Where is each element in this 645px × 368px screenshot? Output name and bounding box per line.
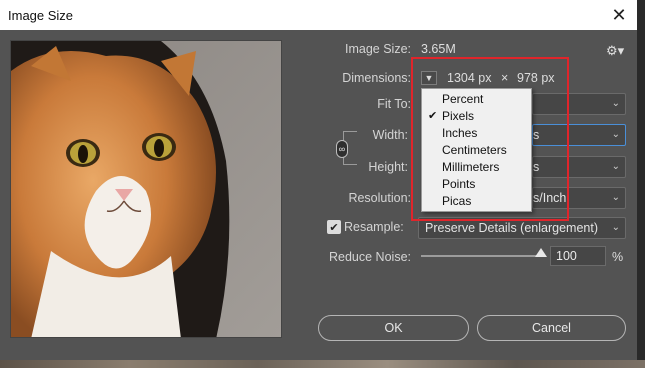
height-label: Height: (368, 160, 408, 174)
checkmark-icon: ✔ (329, 221, 339, 234)
resample-label: Resample: (344, 220, 404, 234)
reduce-noise-label: Reduce Noise: (329, 250, 411, 264)
title-bar: Image Size ✕ (0, 0, 637, 30)
window-title: Image Size (8, 7, 74, 23)
gear-icon: ⚙▾ (606, 43, 625, 58)
resolution-label: Resolution: (348, 191, 411, 205)
fit-to-label: Fit To: (377, 97, 411, 111)
chevron-down-icon: ⌄ (611, 192, 620, 203)
image-size-value: 3.65M (421, 42, 456, 56)
chevron-down-icon: ⌄ (611, 129, 620, 140)
image-size-dialog: Image Size: 3.65M ⚙▾ Dimensions: ▼ 1304 … (0, 30, 637, 360)
close-icon: ✕ (611, 4, 627, 25)
annotation-highlight-box (411, 57, 569, 221)
image-size-label: Image Size: (344, 42, 411, 56)
reduce-noise-slider[interactable] (421, 255, 543, 257)
resample-checkbox[interactable]: ✔ (327, 220, 341, 234)
chevron-down-icon: ⌄ (611, 98, 620, 109)
chevron-down-icon: ⌄ (611, 161, 620, 172)
image-preview[interactable] (10, 40, 282, 338)
background-area (637, 0, 645, 368)
constrain-proportions-toggle[interactable]: ∞ (336, 140, 348, 158)
width-label: Width: (372, 128, 408, 142)
background-image-strip (0, 360, 645, 368)
resample-method-value: Preserve Details (enlargement) (425, 221, 598, 235)
cat-photo (11, 41, 281, 337)
chevron-down-icon: ⌄ (611, 222, 620, 233)
close-button[interactable]: ✕ (607, 3, 631, 27)
reduce-noise-unit: % (612, 250, 624, 264)
dimensions-label: Dimensions: (342, 71, 411, 85)
reduce-noise-input[interactable]: 100 (550, 246, 606, 266)
link-icon: ∞ (338, 144, 346, 154)
cancel-button[interactable]: Cancel (477, 315, 626, 341)
reduce-noise-slider-thumb[interactable] (535, 248, 547, 257)
ok-button[interactable]: OK (318, 315, 469, 341)
settings-button[interactable]: ⚙▾ (606, 43, 624, 59)
